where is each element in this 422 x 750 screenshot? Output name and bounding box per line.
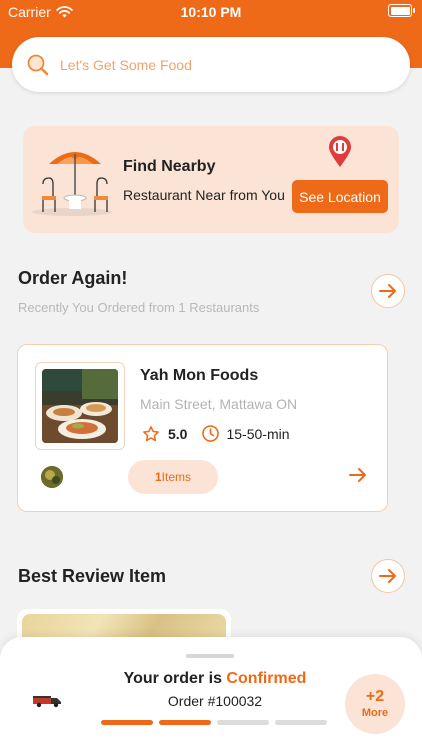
restaurant-order-card[interactable]: Yah Mon Foods Main Street, Mattawa ON 5.… <box>17 344 388 512</box>
order-again-subtitle: Recently You Ordered from 1 Restaurants <box>18 300 260 315</box>
restaurant-address: Main Street, Mattawa ON <box>140 396 298 412</box>
search-placeholder[interactable]: Let's Get Some Food <box>60 57 192 73</box>
restaurant-name: Yah Mon Foods <box>140 367 259 384</box>
progress-segment <box>159 720 211 725</box>
order-again-title: Order Again! <box>18 268 128 288</box>
battery-icon <box>388 4 415 17</box>
nearby-subtitle: Restaurant Near from You <box>123 187 285 203</box>
progress-segment <box>217 720 269 725</box>
arrow-right-icon <box>379 284 396 298</box>
nearby-title: Find Nearby <box>123 158 216 175</box>
items-count: 1 <box>154 470 162 484</box>
clock: 10:10 PM <box>180 4 242 20</box>
best-review-title: Best Review Item <box>18 566 167 586</box>
more-label: More <box>361 707 389 719</box>
order-progress-bar <box>101 720 327 725</box>
star-icon <box>143 425 159 441</box>
delivery-time: 15-50-min <box>226 425 290 442</box>
clock-icon <box>202 425 220 442</box>
location-pin-icon <box>329 136 351 167</box>
restaurant-thumbnail <box>35 362 125 450</box>
food-photo <box>42 369 118 443</box>
order-status-sheet[interactable]: Your order is Confirmed Order #100032 +2… <box>0 637 422 750</box>
progress-segment <box>101 720 153 725</box>
search-icon <box>27 54 49 75</box>
avatar <box>41 466 63 488</box>
order-again-arrow-button[interactable] <box>371 274 405 308</box>
arrow-right-icon <box>379 569 396 583</box>
search-bar[interactable]: Let's Get Some Food <box>12 37 410 92</box>
items-label: Items <box>161 470 192 484</box>
cafe-table-icon <box>32 152 112 216</box>
items-count-pill[interactable]: 1 Items <box>128 460 218 494</box>
order-status-prefix: Your order is <box>123 670 222 687</box>
status-bar: Carrier 10:10 PM <box>0 0 422 26</box>
restaurant-rating: 5.0 <box>168 425 188 442</box>
more-orders-button[interactable]: +2 More <box>345 674 405 734</box>
sheet-handle[interactable] <box>186 654 234 658</box>
more-count: +2 <box>365 688 385 705</box>
best-review-arrow-button[interactable] <box>371 559 405 593</box>
progress-segment <box>275 720 327 725</box>
see-location-button[interactable]: See Location <box>292 180 388 213</box>
order-status-value: Confirmed <box>226 670 307 687</box>
find-nearby-banner: Find Nearby Restaurant Near from You See… <box>23 126 399 233</box>
arrow-right-icon[interactable] <box>349 467 367 483</box>
rating-time-row: 5.0 15-50-min <box>142 424 290 443</box>
